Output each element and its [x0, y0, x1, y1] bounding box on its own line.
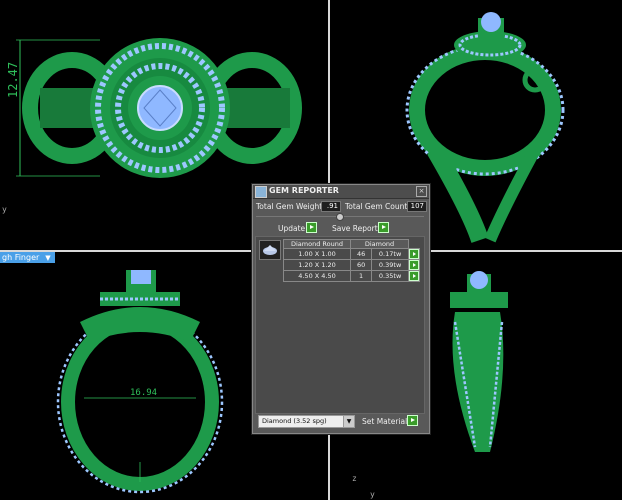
gem-table-area: Diamond Round Diamond 1.00 X 1.00 46 0.1… [255, 236, 425, 414]
update-label: Update [278, 224, 306, 233]
gem-weight-cell: 0.39tw [371, 259, 409, 271]
material-select-value: Diamond (3.52 spg) [262, 417, 327, 425]
view-selector[interactable]: gh Finger ▼ [0, 252, 55, 263]
view-selector-label: gh Finger [2, 253, 40, 262]
gem-weight-cell: 0.17tw [371, 248, 409, 260]
dimension-label-height: 12.47 [6, 61, 20, 98]
gem-thumbnail [259, 240, 281, 260]
table-row: 1.00 X 1.00 46 0.17tw [283, 248, 420, 260]
axis-z-label: z [352, 474, 357, 483]
total-gem-count-label: Total Gem Count [345, 202, 408, 211]
gem-table-header: Diamond Round Diamond [283, 239, 420, 249]
chevron-down-icon: ▼ [45, 254, 51, 262]
gem-weight-cell: 0.35tw [371, 270, 409, 282]
close-icon[interactable]: × [416, 186, 427, 197]
gem-table: Diamond Round Diamond 1.00 X 1.00 46 0.1… [283, 239, 420, 282]
select-row-button[interactable] [409, 271, 419, 281]
save-report-button[interactable] [378, 222, 389, 233]
dimension-label-width: 16.94 [130, 388, 158, 398]
axis-y-label-side: y [370, 490, 375, 499]
column-header-material: Diamond [350, 239, 409, 249]
panel-title: GEM REPORTER [269, 186, 339, 195]
chevron-down-icon: ▼ [343, 416, 354, 427]
gem-size-cell: 4.50 X 4.50 [283, 270, 351, 282]
total-gem-weight-value: .91 [321, 201, 341, 212]
splitter-handle[interactable] [336, 213, 344, 221]
gem-count-cell: 60 [349, 259, 373, 271]
set-material-label: Set Material [362, 417, 408, 426]
column-header-shape: Diamond Round [283, 239, 351, 249]
total-gem-count-value: 107 [407, 201, 427, 212]
total-gem-weight-label: Total Gem Weight [256, 202, 323, 211]
save-report-label: Save Report [332, 224, 378, 233]
select-row-button[interactable] [409, 260, 419, 270]
table-row: 1.20 X 1.20 60 0.39tw [283, 259, 420, 271]
table-row: 4.50 X 4.50 1 0.35tw [283, 270, 420, 282]
material-select[interactable]: Diamond (3.52 spg) ▼ [258, 415, 355, 428]
gem-reporter-icon [255, 186, 267, 198]
update-button[interactable] [306, 222, 317, 233]
axis-y-label: y [2, 205, 7, 214]
gem-size-cell: 1.20 X 1.20 [283, 259, 351, 271]
panel-titlebar[interactable]: GEM REPORTER × [253, 185, 429, 199]
gem-size-cell: 1.00 X 1.00 [283, 248, 351, 260]
gem-count-cell: 1 [349, 270, 373, 282]
gem-count-cell: 46 [349, 248, 373, 260]
select-row-button[interactable] [409, 249, 419, 259]
set-material-button[interactable] [407, 415, 418, 426]
